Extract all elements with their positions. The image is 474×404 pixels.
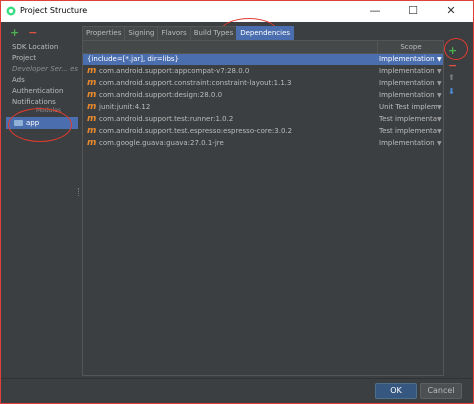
window-title: Project Structure bbox=[20, 6, 88, 15]
dependency-name: com.android.support.test:runner:1.0.2 bbox=[99, 115, 234, 123]
table-row[interactable]: m com.android.support:design:28.0.0 Impl… bbox=[83, 90, 443, 101]
move-down-icon[interactable]: ⬇ bbox=[448, 86, 455, 97]
scope-dropdown-icon[interactable]: ▼ bbox=[437, 138, 442, 149]
maven-icon: m bbox=[87, 102, 97, 112]
scope-dropdown-icon[interactable]: ▼ bbox=[437, 102, 442, 113]
scope-dropdown-icon[interactable]: ▼ bbox=[437, 114, 442, 125]
dependency-name: {include=[*.jar], dir=libs} bbox=[87, 55, 179, 63]
dependency-scope[interactable]: Implementation bbox=[379, 54, 437, 65]
scope-dropdown-icon[interactable]: ▼ bbox=[437, 90, 442, 101]
tab-flavors[interactable]: Flavors bbox=[157, 26, 191, 41]
table-row[interactable]: m com.google.guava:guava:27.0.1-jre Impl… bbox=[83, 138, 443, 149]
tab-build-types[interactable]: Build Types bbox=[189, 26, 238, 41]
remove-module-icon[interactable]: − bbox=[28, 27, 38, 38]
title-bar: Project Structure — ☐ ✕ bbox=[0, 0, 474, 22]
dependency-scope[interactable]: Test implementation bbox=[379, 126, 437, 137]
maven-icon: m bbox=[87, 138, 97, 148]
close-button[interactable]: ✕ bbox=[432, 2, 470, 20]
sidebar-item-app[interactable]: app bbox=[6, 117, 78, 129]
table-row[interactable]: m junit:junit:4.12 Unit Test impleme... … bbox=[83, 102, 443, 113]
maven-icon: m bbox=[87, 78, 97, 88]
table-row[interactable]: m com.android.support.test:runner:1.0.2 … bbox=[83, 114, 443, 125]
ok-button[interactable]: OK bbox=[375, 383, 417, 399]
sidebar-item-authentication[interactable]: Authentication bbox=[12, 86, 63, 97]
maximize-button[interactable]: ☐ bbox=[394, 2, 432, 20]
dependency-name: com.google.guava:guava:27.0.1-jre bbox=[99, 139, 224, 147]
maven-icon: m bbox=[87, 90, 97, 100]
tab-dependencies[interactable]: Dependencies bbox=[236, 26, 295, 41]
maven-icon: m bbox=[87, 66, 97, 76]
scope-dropdown-icon[interactable]: ▼ bbox=[437, 54, 442, 65]
footer-divider bbox=[0, 378, 474, 379]
tab-signing[interactable]: Signing bbox=[124, 26, 159, 41]
dependency-scope[interactable]: Implementation bbox=[379, 138, 437, 149]
sidebar-item-sdk-location[interactable]: SDK Location bbox=[12, 42, 58, 53]
dependency-scope[interactable]: Implementation bbox=[379, 90, 437, 101]
maven-icon: m bbox=[87, 114, 97, 124]
sidebar-item-developer-services: Developer Ser... es bbox=[12, 65, 79, 73]
sidebar-item-ads[interactable]: Ads bbox=[12, 75, 25, 86]
dependency-name: com.android.support:appcompat-v7:28.0.0 bbox=[99, 67, 250, 75]
dependency-name: com.android.support.test.espresso:espres… bbox=[99, 127, 293, 135]
maven-icon: m bbox=[87, 126, 97, 136]
table-row[interactable]: {include=[*.jar], dir=libs} Implementati… bbox=[83, 54, 443, 65]
scope-column-header[interactable]: Scope bbox=[377, 41, 444, 53]
move-up-icon[interactable]: ⬆ bbox=[448, 72, 455, 83]
add-module-icon[interactable]: + bbox=[10, 27, 20, 38]
tab-properties[interactable]: Properties bbox=[82, 26, 126, 41]
minimize-button[interactable]: — bbox=[356, 2, 394, 20]
android-studio-icon bbox=[6, 6, 16, 16]
dependency-name: com.android.support.constraint:constrain… bbox=[99, 79, 292, 87]
folder-icon bbox=[14, 120, 23, 126]
dependency-name: junit:junit:4.12 bbox=[99, 103, 151, 111]
dependency-scope[interactable]: Unit Test impleme... bbox=[379, 102, 437, 113]
dependency-scope[interactable]: Implementation bbox=[379, 78, 437, 89]
sidebar: + − SDK Location Project Developer Ser..… bbox=[6, 24, 78, 374]
table-header: Scope bbox=[83, 41, 443, 54]
dependency-scope[interactable]: Test implementation bbox=[379, 114, 437, 125]
add-dependency-icon[interactable]: + bbox=[448, 45, 457, 56]
dependency-name: com.android.support:design:28.0.0 bbox=[99, 91, 223, 99]
remove-dependency-icon[interactable]: − bbox=[448, 60, 457, 71]
dependency-scope[interactable]: Implementation bbox=[379, 66, 437, 77]
splitter-handle[interactable] bbox=[78, 188, 81, 196]
sidebar-item-app-label: app bbox=[26, 119, 40, 127]
scope-dropdown-icon[interactable]: ▼ bbox=[437, 66, 442, 77]
cancel-button[interactable]: Cancel bbox=[420, 383, 462, 399]
dependencies-panel: Scope {include=[*.jar], dir=libs} Implem… bbox=[82, 40, 444, 376]
scope-dropdown-icon[interactable]: ▼ bbox=[437, 126, 442, 137]
scope-dropdown-icon[interactable]: ▼ bbox=[437, 78, 442, 89]
modules-label: Modules bbox=[36, 107, 61, 114]
sidebar-item-project[interactable]: Project bbox=[12, 53, 36, 64]
table-row[interactable]: m com.android.support.test.espresso:espr… bbox=[83, 126, 443, 137]
table-row[interactable]: m com.android.support.constraint:constra… bbox=[83, 78, 443, 89]
tab-bar: Properties Signing Flavors Build Types Depen… bbox=[82, 26, 295, 41]
sidebar-toolbar: + − bbox=[10, 27, 44, 40]
table-row[interactable]: m com.android.support:appcompat-v7:28.0.… bbox=[83, 66, 443, 77]
